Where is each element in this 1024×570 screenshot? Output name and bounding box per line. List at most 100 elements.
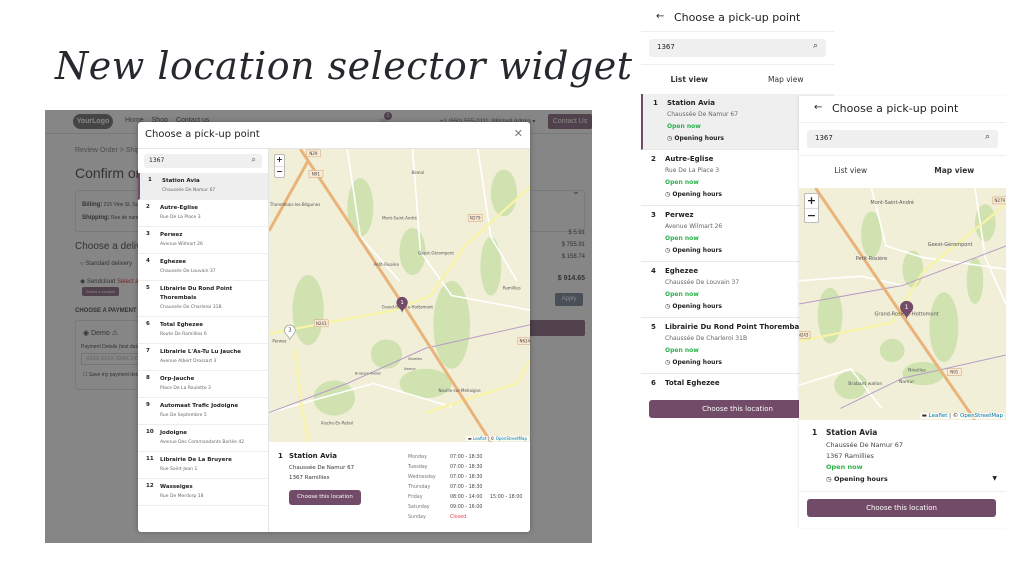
- map-place-label: Geest-Gérompont: [418, 250, 454, 255]
- map-place-label: Bomal: [411, 170, 424, 175]
- map-pin-label: 1: [400, 300, 403, 306]
- list-item[interactable]: 3 Perwez Avenue Wilmart 26: [138, 227, 268, 254]
- item-address: Rue De Merdorp 18: [160, 494, 204, 499]
- mobile-title: Choose a pick-up point: [832, 102, 959, 115]
- road-shield-label: N91: [950, 370, 959, 375]
- item-number: 9: [146, 402, 150, 408]
- osm-link[interactable]: OpenStreetMap: [496, 436, 527, 441]
- item-address: Avenue Wilmart 26: [160, 242, 203, 247]
- list-item[interactable]: 1 Station Avia Chaussée De Namur 67: [138, 173, 268, 200]
- item-address: Rue Saint-Jean 1: [160, 467, 198, 472]
- list-item[interactable]: 12 Wasseiges Rue De Merdorp 18: [138, 479, 268, 506]
- map-road-shield: N91: [308, 170, 324, 178]
- list-item[interactable]: 9 Automaat Trafic Jodoigne Rue De Septembr…: [138, 398, 268, 425]
- search-icon[interactable]: ⌕: [813, 41, 818, 51]
- item-address: Route De Ramillies 6: [160, 332, 207, 337]
- clock-icon: ◷: [665, 359, 671, 366]
- map-road-shield: N624: [517, 337, 530, 345]
- map-place-label: Noville-sur-Mehaigne: [439, 388, 482, 393]
- view-tabs: List view Map view: [641, 64, 834, 94]
- hours-row: Wednesday 07:00 - 18:30: [408, 473, 522, 483]
- item-number: 1: [148, 177, 152, 183]
- opening-hours-toggle[interactable]: ◷ Opening hours: [826, 475, 888, 483]
- map-road-shield: N243: [799, 331, 811, 339]
- back-arrow-icon[interactable]: ←: [814, 102, 822, 113]
- zoom-in-button[interactable]: +: [805, 194, 818, 208]
- map-place-label: Mont-Saint-André: [870, 199, 914, 206]
- item-name: Perwez: [160, 232, 183, 238]
- open-now-status: Open now: [826, 463, 863, 471]
- list-item[interactable]: 2 Autre-Eglise Rue De La Place 3: [138, 200, 268, 227]
- list-item[interactable]: 6 Total Eghezee Route De Ramillies 6: [138, 317, 268, 344]
- list-item[interactable]: 7 Librairie L'As-Tu Lu Jauche Avenue Alber…: [138, 344, 268, 371]
- slide-title: New location selector widget: [55, 44, 633, 88]
- opening-hours-label: Opening hours: [833, 475, 888, 483]
- item-number: 1: [653, 99, 658, 107]
- list-item[interactable]: 4 Eghezee Chaussée De Louvain 37: [138, 254, 268, 281]
- item-number: 2: [651, 155, 656, 163]
- tab-map-view[interactable]: Map view: [738, 65, 835, 94]
- close-icon[interactable]: ✕: [514, 127, 523, 140]
- opening-hours-label: Opening hours: [672, 303, 722, 310]
- zoom-out-button[interactable]: −: [275, 166, 284, 177]
- location-detail: 1 Station Avia Chaussée De Namur 67 1367…: [799, 420, 1006, 528]
- road-shield-label: N29: [309, 151, 318, 156]
- search-input[interactable]: 1367 ⌕: [807, 130, 998, 148]
- list-item[interactable]: 8 Orp-Jauche Place De La Roulette 3: [138, 371, 268, 398]
- leaflet-link[interactable]: Leaflet: [929, 413, 948, 419]
- map[interactable]: Bomal Thorembais-les-Béguines Mont-Saint-A…: [269, 149, 530, 442]
- back-arrow-icon[interactable]: ←: [656, 11, 664, 22]
- map-attribution: ▬ Leaflet | © OpenStreetMap: [919, 413, 1005, 419]
- search-value: 1367: [149, 157, 165, 164]
- item-number: 4: [651, 267, 656, 275]
- tab-list-view[interactable]: List view: [641, 65, 738, 94]
- hours-row: Friday 08:00 - 14:00 15:00 - 18:00: [408, 493, 522, 503]
- item-address: Avenue Albert Drossart 3: [160, 359, 217, 364]
- search-icon[interactable]: ⌕: [985, 132, 990, 142]
- ukraine-flag-icon: ▬: [921, 413, 927, 419]
- clock-icon: ◷: [665, 303, 671, 310]
- choose-location-button[interactable]: Choose this location: [807, 499, 996, 517]
- location-list-panel: 1367 ⌕ 1 Station Avia Chaussée De Namur 67…: [138, 149, 269, 532]
- item-number: 3: [146, 231, 150, 237]
- leaflet-link[interactable]: Leaflet: [473, 436, 487, 441]
- zoom-out-button[interactable]: −: [805, 208, 818, 222]
- location-detail: 1 Station Avia Chaussée De Namur 67 1367…: [269, 442, 530, 532]
- choose-location-button[interactable]: Choose this location: [289, 490, 361, 505]
- item-name: Station Avia: [162, 178, 200, 184]
- list-item[interactable]: 10 Jodoigne Avenue Des Commandants Borlée …: [138, 425, 268, 452]
- hours-time: 07:00 - 18:30: [450, 455, 483, 460]
- list-item[interactable]: 5 Librairie Du Rond Point Thorembais Chaus…: [138, 281, 268, 317]
- hours-row: Tuesday 07:00 - 18:30: [408, 463, 522, 473]
- map-forest: [433, 280, 470, 369]
- hours-day: Sunday: [408, 515, 426, 520]
- item-number: 4: [146, 258, 150, 264]
- osm-link[interactable]: OpenStreetMap: [960, 413, 1003, 419]
- road-shield-label: N243: [316, 321, 327, 326]
- item-name: Orp-Jauche: [160, 376, 195, 382]
- tab-list-view[interactable]: List view: [799, 156, 903, 185]
- map-place-label: Mont-Saint-André: [382, 215, 417, 220]
- hours-time: 07:00 - 18:30: [450, 475, 483, 480]
- search-icon[interactable]: ⌕: [252, 155, 256, 165]
- caret-down-icon[interactable]: ▼: [992, 475, 997, 482]
- hours-day: Tuesday: [408, 465, 428, 470]
- clock-icon: ◷: [826, 475, 832, 483]
- map[interactable]: Mont-Saint-André Geest-Gérompont Petit-Ros…: [799, 188, 1006, 420]
- item-name: Wasseiges: [160, 484, 193, 490]
- list-item[interactable]: 11 Librairie De La Bruyere Rue Saint-Jean …: [138, 452, 268, 479]
- clock-icon: ◷: [667, 135, 673, 142]
- map-forest: [879, 338, 905, 362]
- search-input[interactable]: 1367 ⌕: [649, 39, 826, 57]
- road-shield-label: N279: [994, 198, 1005, 203]
- map-canvas[interactable]: Bomal Thorembais-les-Béguines Mont-Saint-A…: [269, 149, 530, 442]
- modal-header: Choose a pick-up point ✕: [138, 122, 530, 149]
- hours-time: 07:00 - 18:30: [450, 485, 483, 490]
- hours-row: Saturday 09:00 - 16:00: [408, 503, 522, 513]
- zoom-in-button[interactable]: +: [275, 155, 284, 166]
- search-input[interactable]: 1367 ⌕: [144, 154, 262, 168]
- road-shield-label: N243: [799, 332, 809, 337]
- map-place-label: Thorembais-les-Béguines: [269, 202, 320, 207]
- tab-map-view[interactable]: Map view: [903, 156, 1007, 185]
- map-canvas[interactable]: Mont-Saint-André Geest-Gérompont Petit-Ros…: [799, 188, 1006, 420]
